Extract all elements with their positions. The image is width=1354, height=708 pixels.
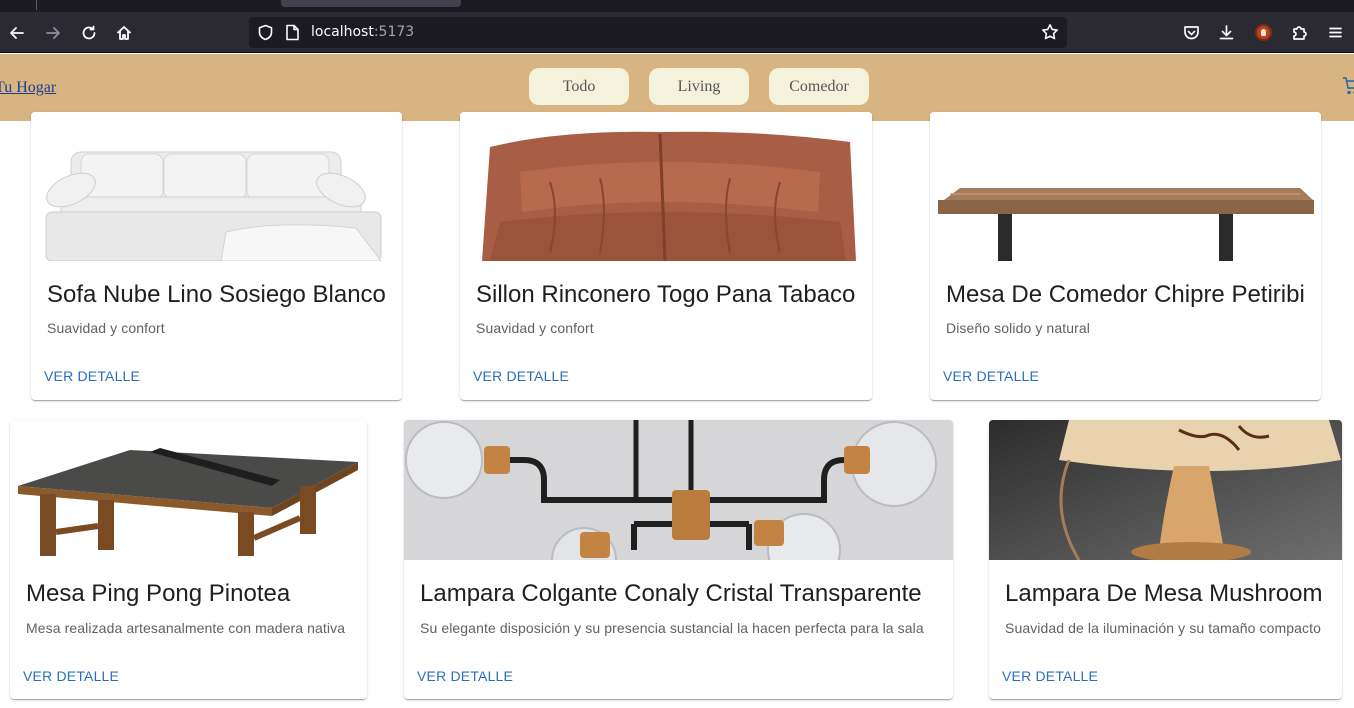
download-icon[interactable] (1215, 21, 1237, 43)
product-description: Mesa realizada artesanalmente con madera… (26, 620, 346, 636)
view-detail-button[interactable]: VER DETALLE (1002, 668, 1098, 684)
pocket-icon[interactable] (1180, 21, 1202, 43)
pendant-lamp-image (404, 420, 953, 560)
menu-icon[interactable] (1324, 21, 1346, 43)
view-detail-button[interactable]: VER DETALLE (23, 668, 119, 684)
product-description: Suavidad y confort (47, 320, 165, 336)
url-host: localhost (311, 24, 374, 40)
shield-icon[interactable] (257, 24, 274, 41)
view-detail-button[interactable]: VER DETALLE (417, 668, 513, 684)
url-text[interactable]: localhost:5173 (311, 24, 414, 40)
product-title: Lampara Colgante Conaly Cristal Transpar… (420, 580, 922, 607)
sofa-image (31, 112, 402, 261)
bookmark-star-icon[interactable] (1041, 23, 1059, 41)
puzzle-icon[interactable] (1288, 21, 1310, 43)
page-icon (286, 24, 299, 41)
forward-icon[interactable] (40, 20, 66, 46)
back-icon[interactable] (4, 20, 30, 46)
extension-icon[interactable] (1252, 21, 1274, 43)
product-description: Suavidad de la iluminación y su tamaño c… (1005, 620, 1321, 636)
filter-todo-button[interactable]: Todo (529, 68, 629, 105)
reload-icon[interactable] (76, 20, 102, 46)
dining-table-image (930, 112, 1321, 261)
product-description: Suavidad y confort (476, 320, 594, 336)
url-bar[interactable]: localhost:5173 (249, 17, 1067, 48)
product-card: Lampara De Mesa Mushroom Suavidad de la … (989, 420, 1342, 699)
product-title: Mesa De Comedor Chipre Petiribi (946, 281, 1305, 308)
armchair-image (460, 112, 872, 261)
cart-icon[interactable] (1342, 76, 1354, 95)
product-card: Mesa Ping Pong Pinotea Mesa realizada ar… (10, 420, 367, 699)
home-icon[interactable] (111, 20, 137, 46)
product-title: Sofa Nube Lino Sosiego Blanco (47, 281, 386, 308)
product-card: Mesa De Comedor Chipre Petiribi Diseño s… (930, 112, 1321, 400)
brand-link[interactable]: Tu Hogar (0, 79, 56, 97)
url-port: :5173 (373, 24, 415, 40)
product-card: Sofa Nube Lino Sosiego Blanco Suavidad y… (31, 112, 402, 400)
product-card: Sillon Rinconero Togo Pana Tabaco Suavid… (460, 112, 872, 400)
product-description: Su elegante disposición y su presencia s… (420, 620, 924, 636)
product-title: Mesa Ping Pong Pinotea (26, 580, 291, 607)
table-lamp-image (989, 420, 1342, 560)
product-card: Lampara Colgante Conaly Cristal Transpar… (404, 420, 953, 699)
product-title: Lampara De Mesa Mushroom (1005, 580, 1323, 607)
product-description: Diseño solido y natural (946, 320, 1090, 336)
browser-tab-strip (0, 0, 1354, 12)
browser-toolbar: localhost:5173 (0, 12, 1354, 53)
tab-separator (36, 0, 37, 10)
view-detail-button[interactable]: VER DETALLE (473, 368, 569, 384)
active-tab[interactable] (281, 0, 461, 7)
filter-comedor-button[interactable]: Comedor (769, 68, 869, 105)
ping-pong-table-image (10, 420, 367, 560)
view-detail-button[interactable]: VER DETALLE (943, 368, 1039, 384)
app-header: Tu Hogar Todo Living Comedor (0, 54, 1354, 121)
view-detail-button[interactable]: VER DETALLE (44, 368, 140, 384)
filter-living-button[interactable]: Living (649, 68, 749, 105)
product-title: Sillon Rinconero Togo Pana Tabaco (476, 281, 856, 308)
